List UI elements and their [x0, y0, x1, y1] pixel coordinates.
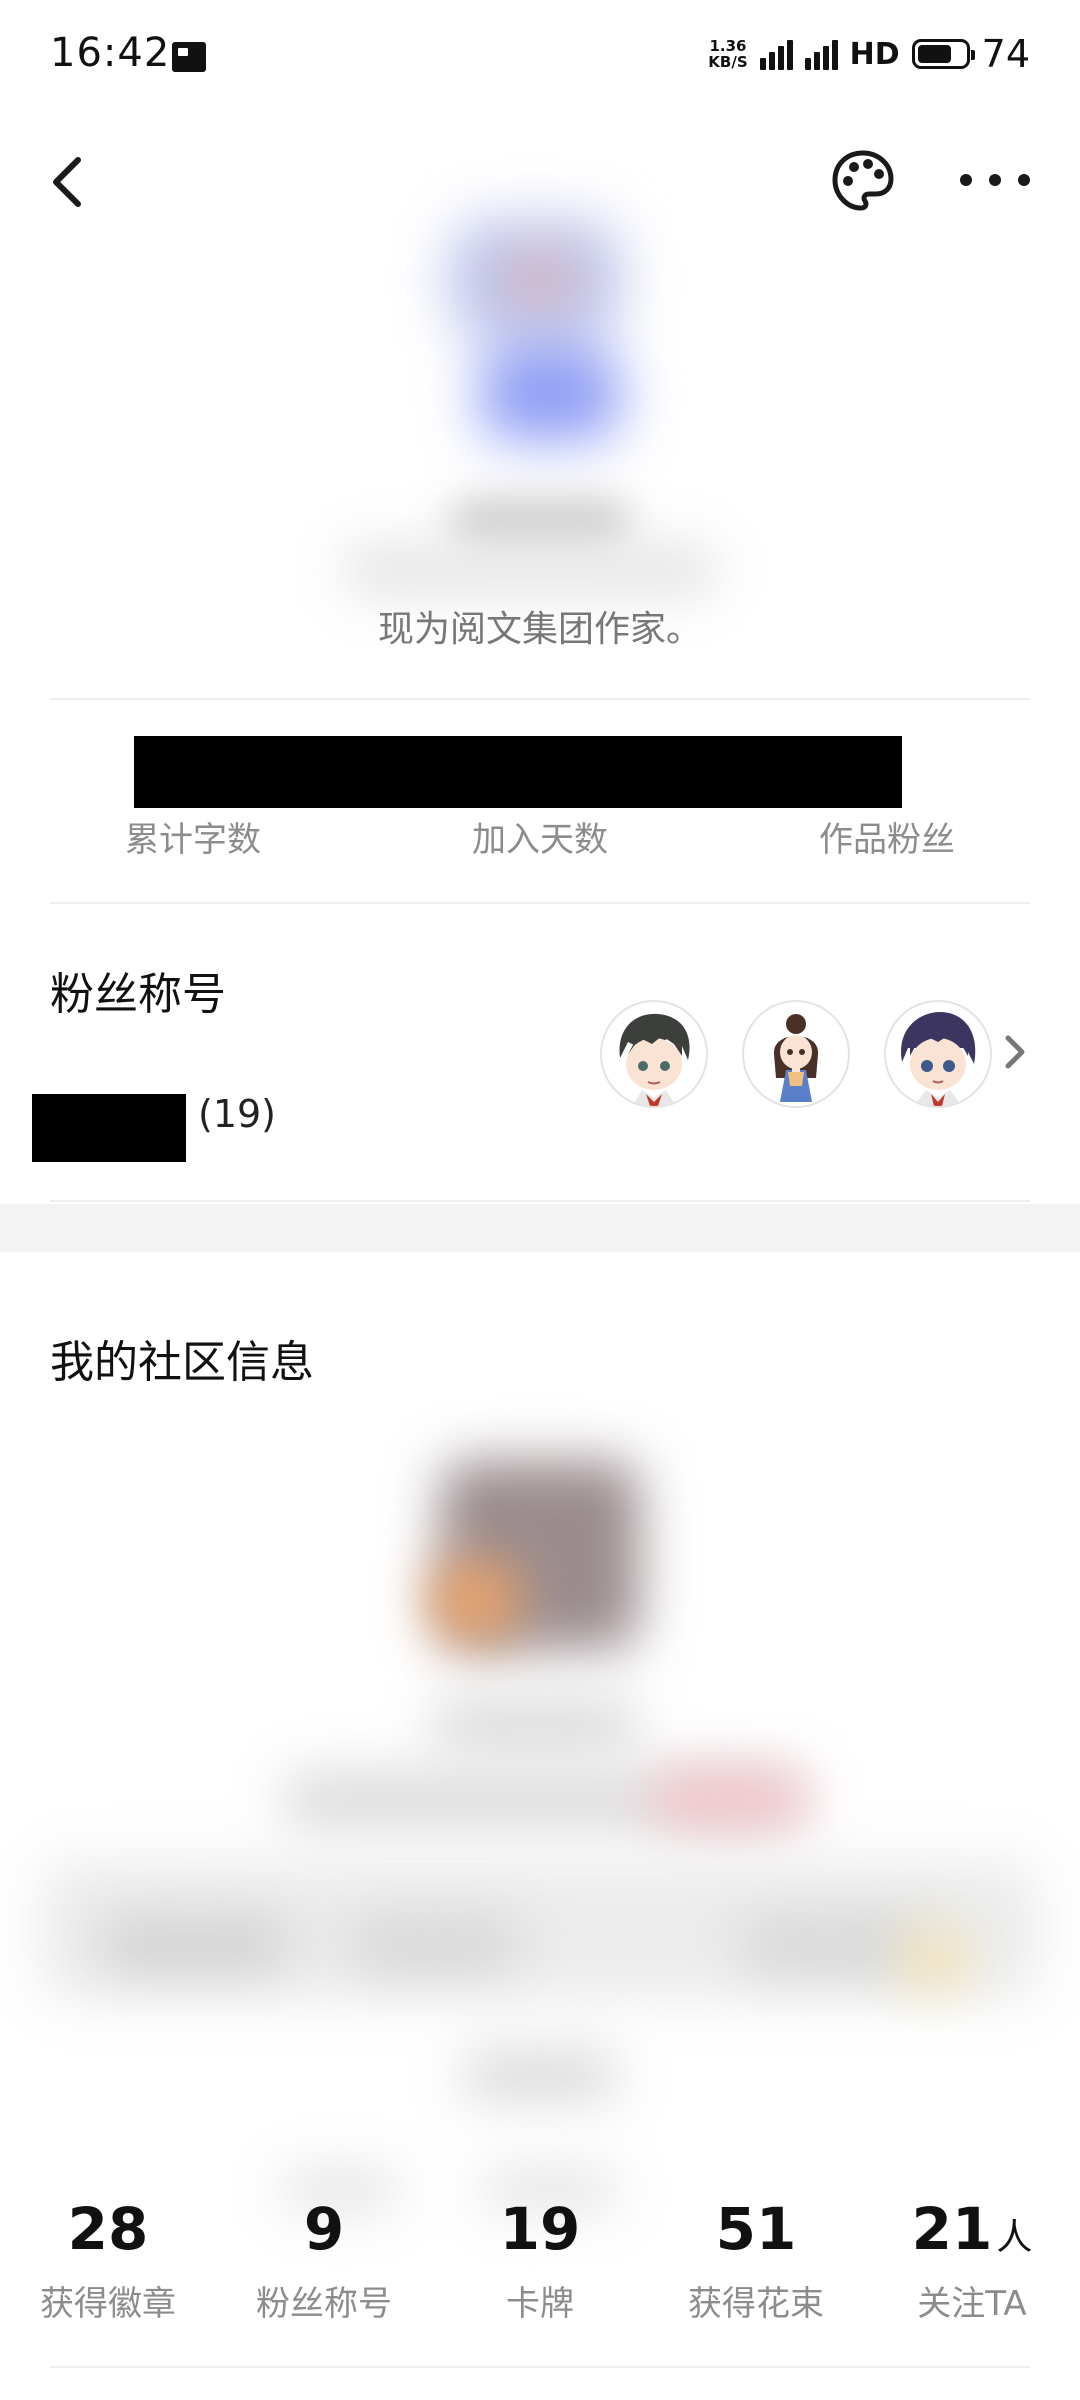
community-heading: 我的社区信息: [50, 1337, 314, 1388]
signal-icon: [804, 38, 838, 70]
stat-label-word-count: 累计字数: [125, 820, 261, 860]
status-bar: 16:42 1.36 KB/S HD 74: [0, 0, 1080, 110]
status-time: 16:42: [50, 30, 171, 76]
stat-badges[interactable]: 28 获得徽章: [0, 2200, 216, 2325]
stat-badges-value: 28: [67, 2195, 149, 2263]
fan-titles-count: (19): [198, 1092, 277, 1136]
fan-title-avatar[interactable]: [600, 1000, 708, 1108]
stat-cards-value: 19: [499, 2195, 581, 2263]
divider: [50, 698, 1030, 700]
stat-fan-titles-value: 9: [303, 2195, 345, 2263]
network-speed: 1.36 KB/S: [708, 37, 748, 71]
stat-following-unit: 人: [996, 2217, 1033, 2258]
hd-indicator: HD: [849, 36, 900, 72]
character-avatar-icon: [901, 1012, 976, 1106]
fan-title-avatar[interactable]: [742, 1000, 850, 1108]
character-avatar-icon: [619, 1013, 690, 1106]
stat-flowers-label: 获得花束: [688, 2284, 824, 2324]
more-dot: [1018, 174, 1030, 186]
divider: [50, 902, 1030, 904]
stat-following-label: 关注TA: [917, 2284, 1027, 2324]
battery-level: 74: [981, 32, 1030, 76]
more-button[interactable]: [960, 160, 1030, 200]
image-notification-icon: [172, 42, 206, 72]
stat-flowers[interactable]: 51 获得花束: [648, 2200, 864, 2325]
stat-label-days-joined: 加入天数: [472, 820, 608, 860]
status-indicators: 1.36 KB/S HD 74: [708, 32, 1030, 76]
palette-icon: [832, 150, 894, 211]
section-separator: [0, 1204, 1080, 1252]
divider: [50, 2366, 1030, 2368]
fan-titles-heading: 粉丝称号: [50, 969, 226, 1020]
stat-label-work-fans: 作品粉丝: [819, 820, 955, 860]
author-tag-blurred: [340, 540, 720, 600]
stat-badges-label: 获得徽章: [40, 2284, 176, 2324]
signal-icon: [759, 38, 793, 70]
back-button[interactable]: [44, 150, 94, 214]
stat-following-value: 21: [911, 2195, 993, 2263]
theme-button[interactable]: [830, 148, 896, 214]
fan-titles-more-button[interactable]: [1000, 1032, 1030, 1072]
redacted-stat-values: [134, 736, 902, 808]
stat-fan-titles-label: 粉丝称号: [256, 2284, 392, 2324]
stat-cards[interactable]: 19 卡牌: [432, 2200, 648, 2325]
more-dot: [960, 174, 972, 186]
chevron-left-icon: [53, 157, 81, 207]
character-avatar-icon: [773, 1014, 819, 1102]
author-avatar[interactable]: [420, 200, 650, 460]
stat-flowers-value: 51: [715, 2195, 797, 2263]
stat-fan-titles[interactable]: 9 粉丝称号: [216, 2200, 432, 2325]
chevron-right-icon: [1005, 1035, 1025, 1069]
author-description: 现为阅文集团作家。: [377, 609, 702, 650]
fan-title-avatar[interactable]: [884, 1000, 992, 1108]
battery-icon: [911, 39, 975, 69]
stat-following[interactable]: 21 人 关注TA: [864, 2200, 1080, 2325]
divider: [50, 1200, 1030, 1202]
redacted-fan-title: [32, 1094, 186, 1162]
stat-cards-label: 卡牌: [506, 2284, 574, 2324]
more-dot: [989, 174, 1001, 186]
